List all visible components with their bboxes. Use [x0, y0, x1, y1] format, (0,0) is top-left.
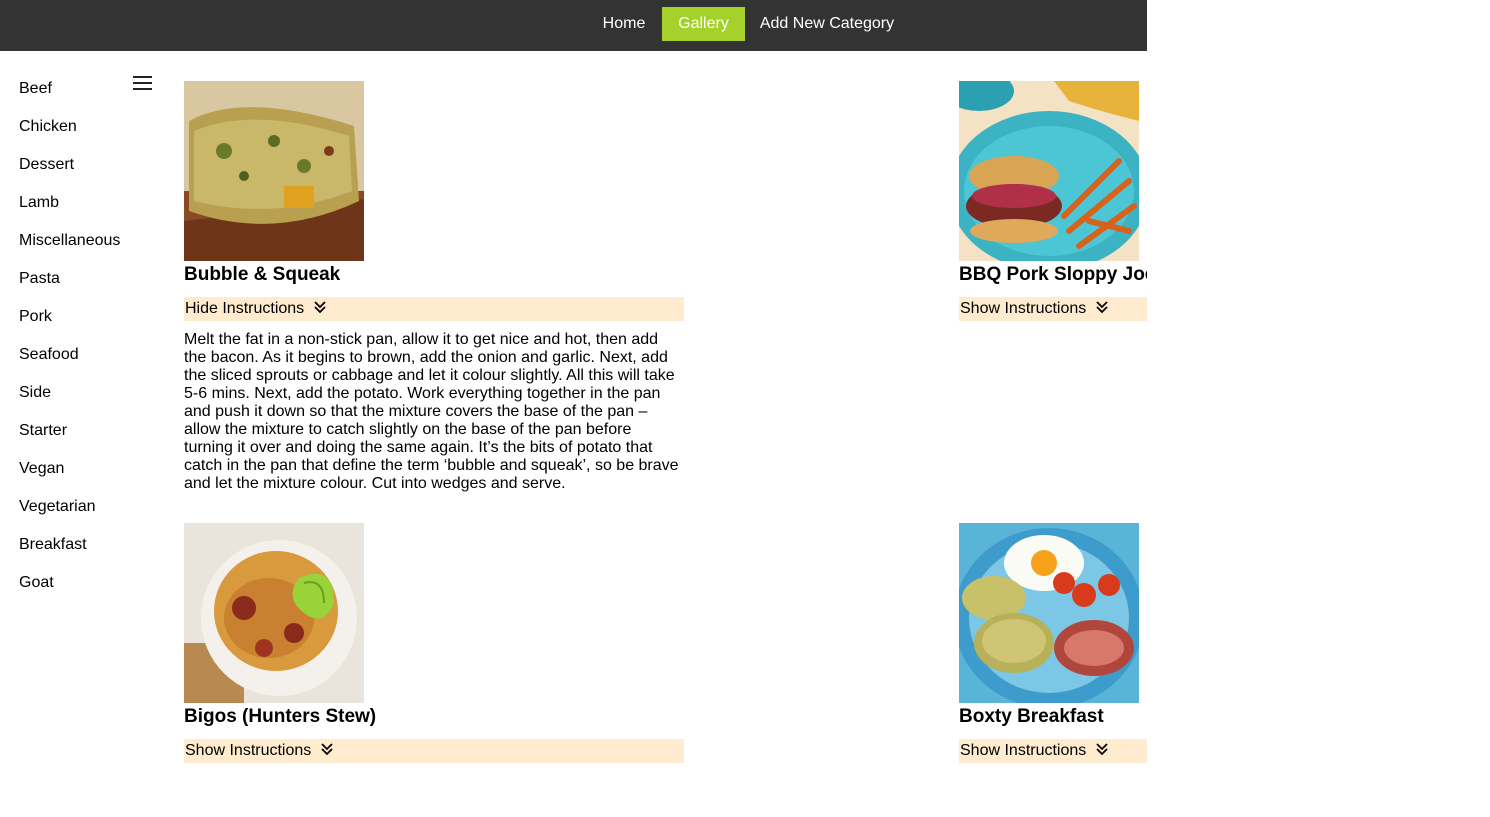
double-chevron-down-icon — [313, 301, 326, 314]
hamburger-menu-icon[interactable] — [133, 76, 152, 90]
sidebar-item-side[interactable]: Side — [19, 381, 51, 405]
category-sidebar: Beef Chicken Dessert Lamb Miscellaneous … — [0, 51, 170, 817]
sidebar-item-breakfast[interactable]: Breakfast — [19, 533, 87, 557]
sidebar-item-vegetarian[interactable]: Vegetarian — [19, 495, 96, 519]
show-instructions-toggle[interactable]: Show Instructions — [184, 739, 684, 763]
nav-gallery-link[interactable]: Gallery — [662, 7, 745, 41]
show-instructions-toggle[interactable]: Show Instructions — [959, 297, 1147, 321]
recipe-image-bbq-pork — [959, 81, 1139, 261]
recipe-title: Bubble & Squeak — [184, 264, 341, 285]
sidebar-item-miscellaneous[interactable]: Miscellaneous — [19, 229, 120, 253]
hide-instructions-toggle[interactable]: Hide Instructions — [184, 297, 684, 321]
nav-home-link[interactable]: Home — [588, 7, 660, 41]
double-chevron-down-icon — [1096, 743, 1108, 756]
nav-add-category-link[interactable]: Add New Category — [747, 7, 907, 41]
sidebar-item-dessert[interactable]: Dessert — [19, 153, 74, 177]
double-chevron-down-icon — [321, 743, 333, 756]
sidebar-item-starter[interactable]: Starter — [19, 419, 67, 443]
top-navigation-bar: Home Gallery Add New Category — [0, 0, 1147, 51]
sidebar-item-pasta[interactable]: Pasta — [19, 267, 60, 291]
page-viewport: Home Gallery Add New Category Beef Chick… — [0, 0, 1147, 817]
sidebar-item-vegan[interactable]: Vegan — [19, 457, 64, 481]
sidebar-item-pork[interactable]: Pork — [19, 305, 52, 329]
sidebar-item-beef[interactable]: Beef — [19, 77, 52, 101]
recipe-instructions-text: Melt the fat in a non-stick pan, allow i… — [184, 331, 679, 492]
recipe-title: BBQ Pork Sloppy Joes — [959, 264, 1147, 285]
recipe-image-boxty-breakfast — [959, 523, 1139, 703]
recipe-image-bigos — [184, 523, 364, 703]
sidebar-item-goat[interactable]: Goat — [19, 571, 54, 595]
sidebar-item-lamb[interactable]: Lamb — [19, 191, 59, 215]
show-instructions-toggle[interactable]: Show Instructions — [959, 739, 1147, 763]
toggle-label: Show Instructions — [185, 742, 312, 759]
recipe-title: Boxty Breakfast — [959, 706, 1104, 727]
toggle-label: Show Instructions — [960, 300, 1087, 317]
sidebar-item-chicken[interactable]: Chicken — [19, 115, 77, 139]
double-chevron-down-icon — [1096, 301, 1108, 314]
toggle-label: Hide Instructions — [185, 300, 305, 317]
toggle-label: Show Instructions — [960, 742, 1087, 759]
recipe-image-bubble-squeak — [184, 81, 364, 261]
recipe-title: Bigos (Hunters Stew) — [184, 706, 377, 727]
sidebar-item-seafood[interactable]: Seafood — [19, 343, 79, 367]
